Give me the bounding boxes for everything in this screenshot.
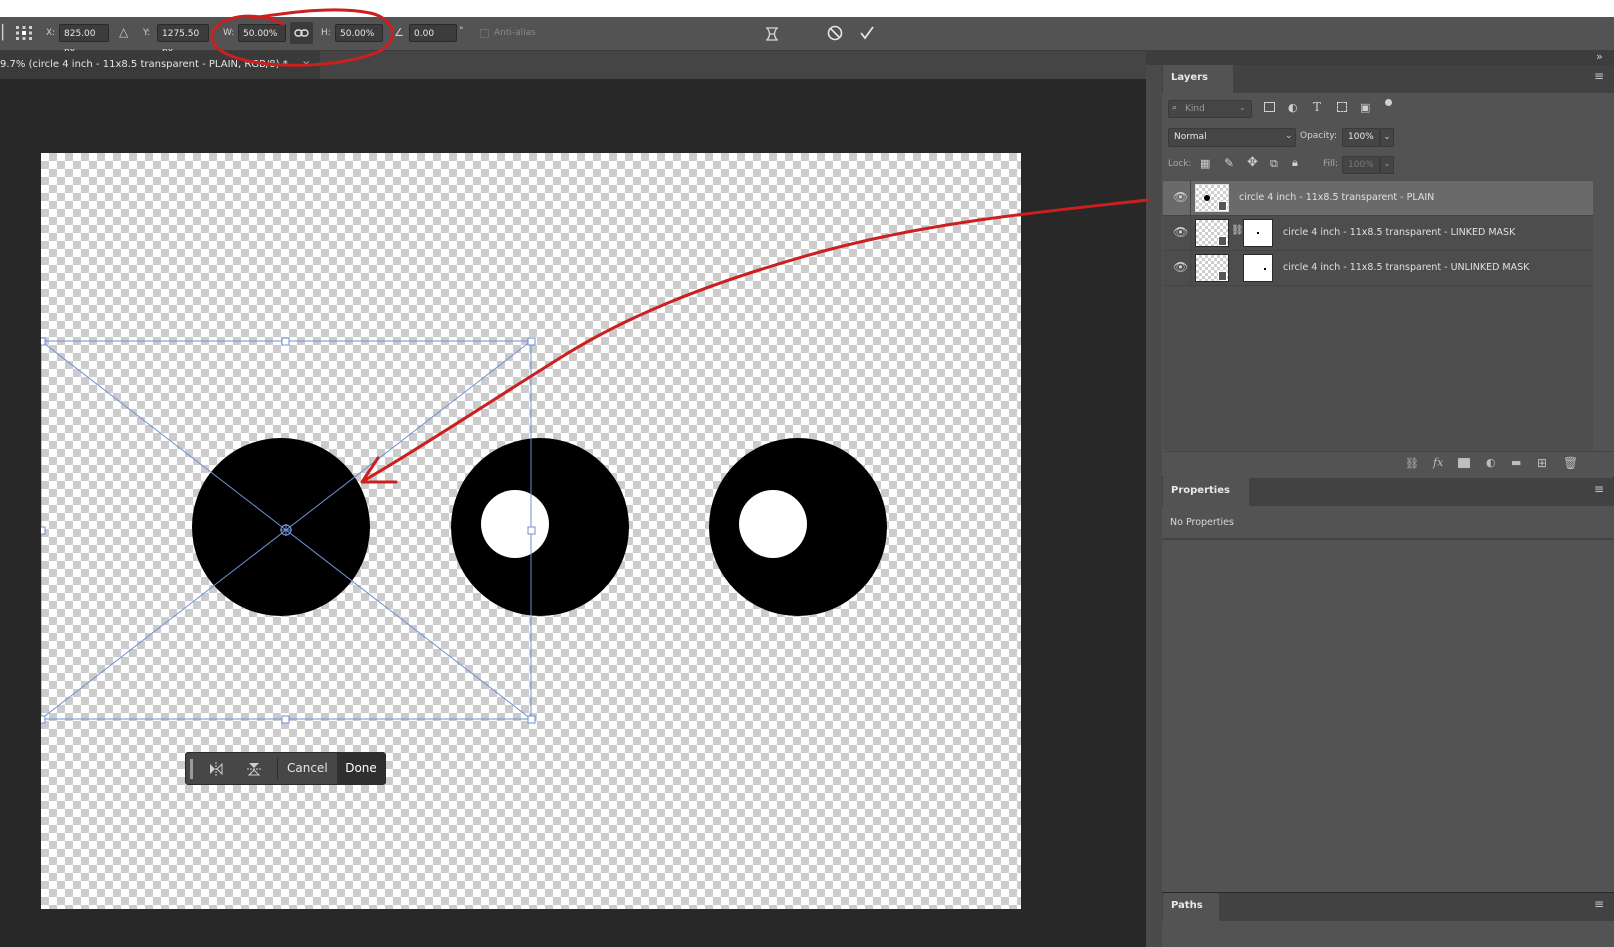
annotation-arrow [363, 198, 1150, 482]
annotation-overlay [210, 8, 1150, 484]
annotation-circle [210, 8, 394, 67]
